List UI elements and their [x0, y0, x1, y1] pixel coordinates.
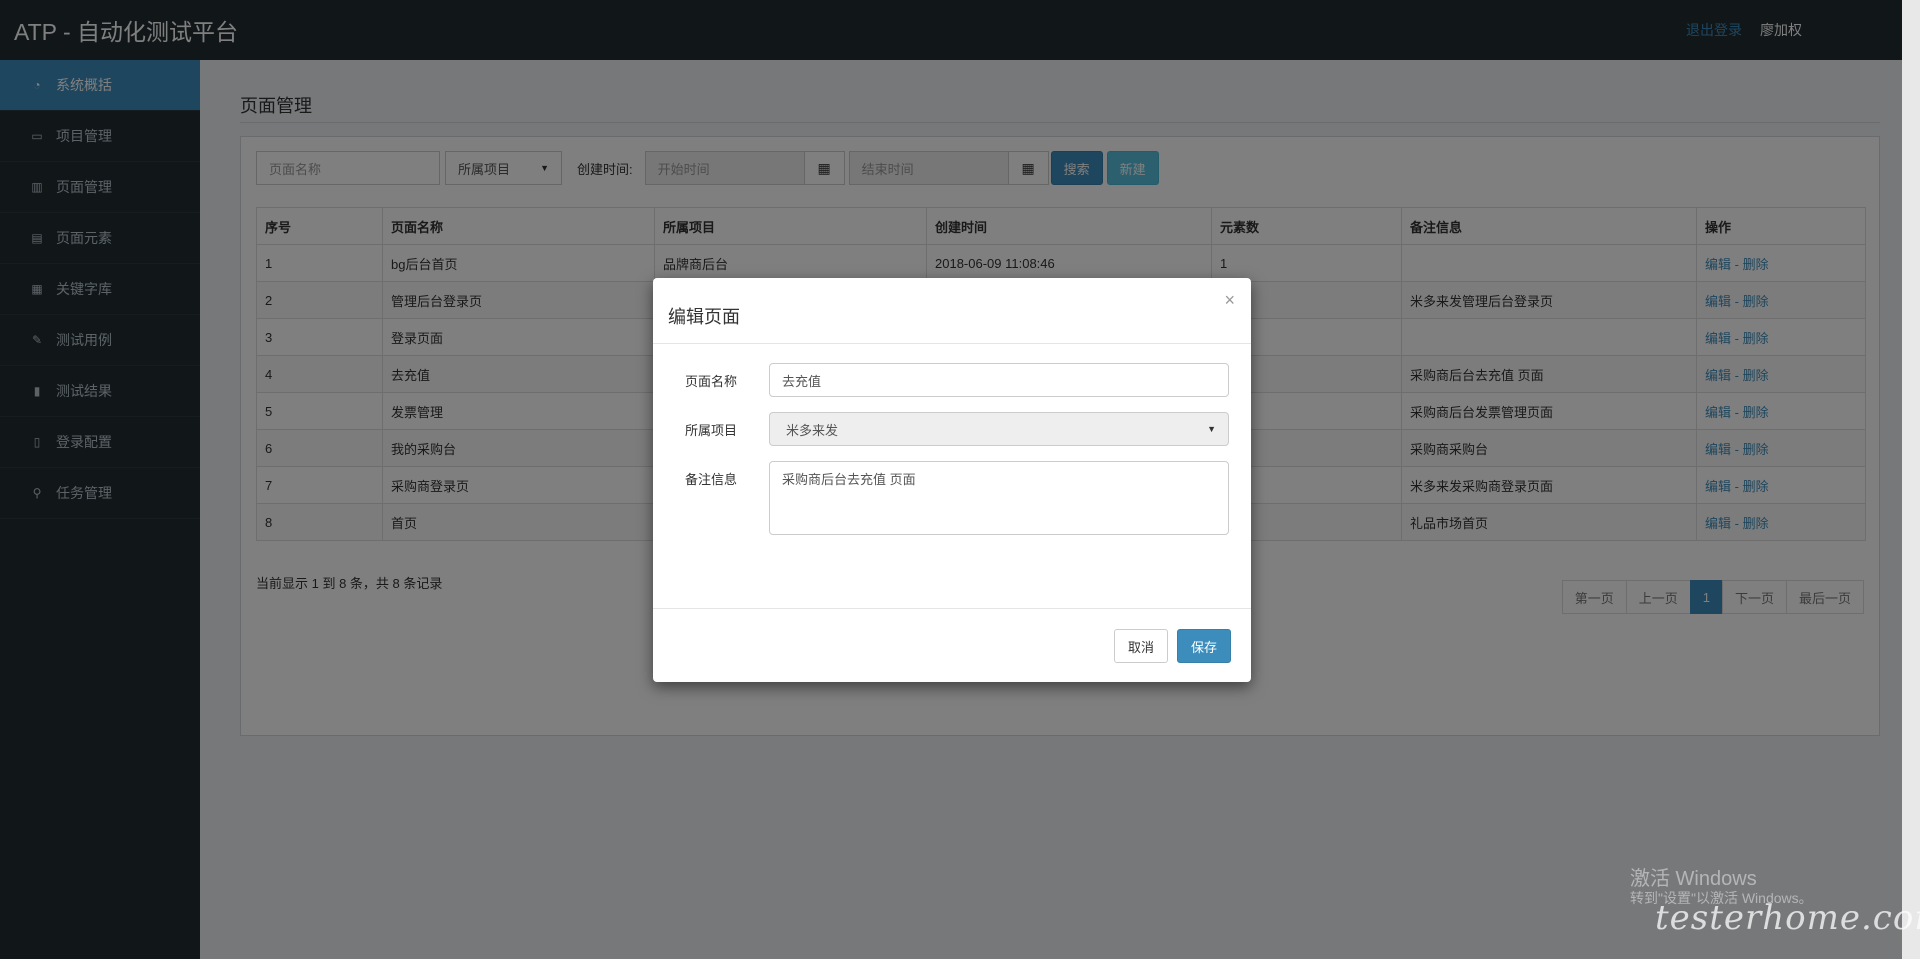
caret-down-icon: ▼ [1207, 424, 1216, 434]
page-name-label: 页面名称 [684, 374, 737, 389]
edit-page-dialog: 编辑页面 × 页面名称 去充值 所属项目 米多来发 ▼ 备注信息 采购商后台去充… [653, 278, 1251, 682]
note-textarea[interactable]: 采购商后台去充值 页面 [769, 461, 1229, 535]
dialog-title: 编辑页面 [668, 307, 740, 327]
form-row-project: 所属项目 米多来发 ▼ [668, 412, 1229, 446]
project-label: 所属项目 [684, 423, 737, 438]
cancel-button[interactable]: 取消 [1114, 629, 1168, 663]
close-icon[interactable]: × [1224, 290, 1235, 311]
note-label: 备注信息 [684, 472, 737, 487]
page-name-field[interactable]: 去充值 [769, 363, 1229, 397]
project-dropdown[interactable]: 米多来发 ▼ [769, 412, 1229, 446]
project-dropdown-value: 米多来发 [786, 422, 839, 438]
form-row-note: 备注信息 采购商后台去充值 页面 [668, 461, 1229, 535]
site-watermark: testerhome.com [1655, 898, 1920, 938]
activate-windows-watermark: 激活 Windows [1630, 868, 1757, 890]
form-row-name: 页面名称 去充值 [668, 363, 1229, 397]
window-scrollbar[interactable] [1902, 0, 1920, 959]
dialog-footer: 取消 保存 [653, 608, 1251, 682]
dialog-header: 编辑页面 × [653, 278, 1251, 344]
save-button[interactable]: 保存 [1177, 629, 1231, 663]
